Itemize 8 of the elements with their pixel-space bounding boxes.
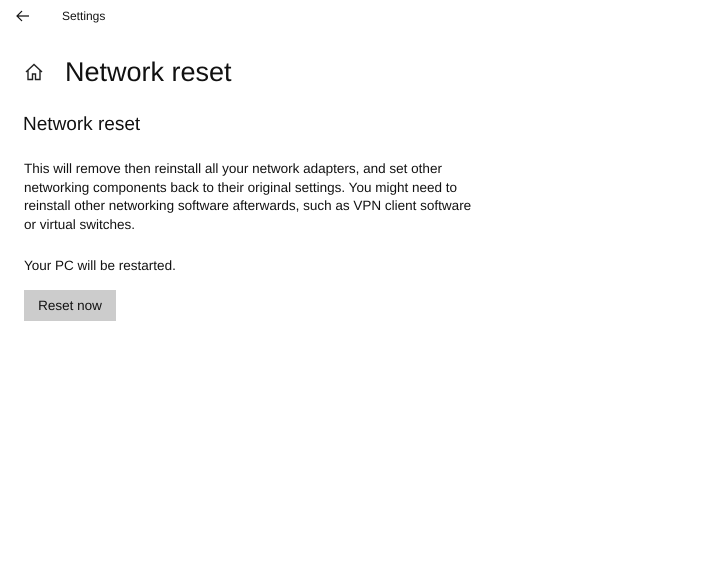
description-text: This will remove then reinstall all your network adapters, and set other networking components back to their original settings. You might need to reinstall other networking software afterwards, such as VPN client software or virtual switches. — [24, 160, 472, 234]
section-heading: Network reset — [23, 114, 142, 136]
window-title: Settings — [62, 9, 106, 23]
back-arrow-icon — [16, 10, 30, 22]
home-icon[interactable] — [24, 63, 44, 81]
reset-now-button[interactable]: Reset now — [24, 290, 116, 321]
restart-note: Your PC will be restarted. — [24, 258, 177, 273]
page-title: Network reset — [65, 56, 232, 88]
